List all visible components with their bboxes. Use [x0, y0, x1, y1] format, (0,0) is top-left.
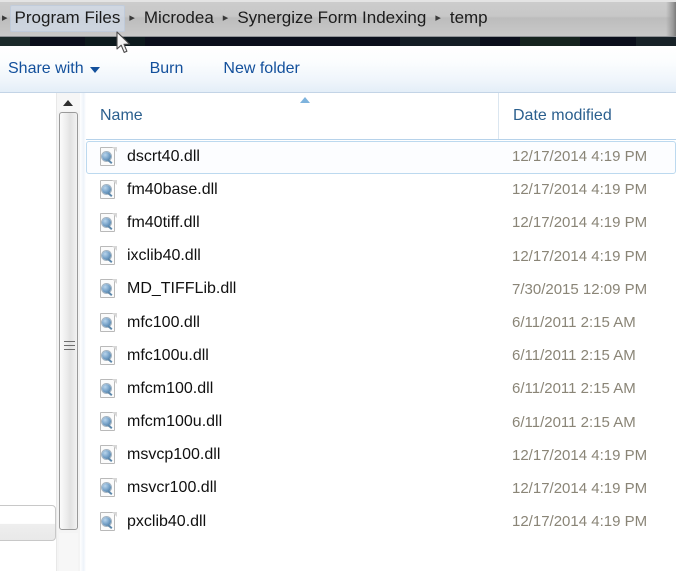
dll-file-icon [100, 146, 117, 167]
dll-file-icon [100, 478, 117, 498]
explorer-window: ▸ Program Files ▸ Microdea ▸ Synergize F… [0, 0, 676, 571]
window-dark-divider [0, 37, 676, 46]
file-name-label: mfc100u.dll [127, 346, 209, 364]
table-row[interactable]: dscrt40.dll 12/17/2014 4:19 PM [86, 140, 676, 175]
file-name-cell[interactable]: mfc100.dll [86, 312, 498, 333]
dll-file-icon [100, 279, 117, 299]
file-date-modified-cell: 12/17/2014 4:19 PM [512, 181, 648, 199]
breadcrumb-item-synergize-form-indexing[interactable]: Synergize Form Indexing [232, 5, 431, 32]
table-row[interactable]: mfc100.dll 6/11/2011 2:15 AM [86, 306, 676, 339]
dll-file-icon [100, 412, 117, 432]
column-header-date-modified[interactable]: Date modified [498, 93, 676, 139]
burn-label: Burn [149, 60, 184, 77]
file-name-cell[interactable]: fm40base.dll [86, 179, 498, 200]
file-name-cell[interactable]: msvcr100.dll [86, 478, 498, 498]
dll-file-icon [100, 246, 117, 266]
file-name-cell[interactable]: MD_TIFFLib.dll [86, 279, 498, 299]
dll-file-icon [100, 179, 117, 200]
command-toolbar: Share with Burn New folder [0, 46, 676, 93]
table-row[interactable]: MD_TIFFLib.dll 7/30/2015 12:09 PM [86, 273, 676, 306]
column-header-date-modified-label: Date modified [513, 107, 612, 124]
file-date-modified-cell: 12/17/2014 4:19 PM [512, 446, 648, 464]
column-header-name-label: Name [100, 107, 143, 124]
breadcrumb-separator-icon-2[interactable]: ▸ [219, 8, 233, 28]
dll-file-icon [100, 312, 117, 333]
breadcrumb-item-program-files[interactable]: Program Files [9, 4, 126, 32]
new-folder-label: New folder [223, 60, 300, 77]
file-name-cell[interactable]: ixclib40.dll [86, 246, 498, 266]
dll-file-icon [100, 345, 117, 366]
table-row[interactable]: mfcm100u.dll 6/11/2011 2:15 AM [86, 406, 676, 439]
table-row[interactable]: pxclib40.dll 12/17/2014 4:19 PM [86, 505, 676, 538]
breadcrumb-separator-icon-3[interactable]: ▸ [431, 8, 445, 28]
address-bar[interactable]: ▸ Program Files ▸ Microdea ▸ Synergize F… [0, 0, 676, 37]
file-date-modified-cell: 12/17/2014 4:19 PM [512, 247, 648, 265]
file-name-cell[interactable]: fm40tiff.dll [86, 212, 498, 233]
dll-file-icon [100, 212, 117, 233]
file-name-label: mfc100.dll [127, 313, 200, 331]
file-list-view: Name Date modified dscrt40.dll 12/17/2014… [86, 93, 676, 571]
file-name-label: fm40tiff.dll [127, 213, 200, 231]
file-date-modified-cell: 6/11/2011 2:15 AM [512, 347, 636, 365]
share-with-label: Share with [8, 60, 84, 77]
file-date-modified-cell: 12/17/2014 4:19 PM [512, 214, 648, 232]
scroll-up-arrow-icon[interactable] [57, 93, 80, 111]
file-date-modified-cell: 6/11/2011 2:15 AM [512, 380, 636, 398]
table-row[interactable]: msvcp100.dll 12/17/2014 4:19 PM [86, 439, 676, 472]
scrollbar-thumb[interactable] [59, 112, 78, 530]
navigation-pane-item[interactable] [0, 505, 56, 541]
file-name-label: dscrt40.dll [127, 147, 200, 165]
file-date-modified-cell: 6/11/2011 2:15 AM [512, 314, 636, 332]
file-date-modified-cell: 6/11/2011 2:15 AM [512, 413, 636, 431]
navigation-pane-scrollbar[interactable] [56, 93, 80, 571]
file-name-cell[interactable]: msvcp100.dll [86, 445, 498, 465]
table-row[interactable]: fm40tiff.dll 12/17/2014 4:19 PM [86, 206, 676, 239]
scrollbar-track[interactable] [59, 533, 78, 571]
column-header-row: Name Date modified [86, 93, 676, 140]
file-date-modified-cell: 12/17/2014 4:19 PM [512, 148, 648, 166]
explorer-content: Name Date modified dscrt40.dll 12/17/2014… [0, 93, 676, 571]
file-name-cell[interactable]: mfcm100u.dll [86, 412, 498, 432]
dll-file-icon [100, 511, 117, 532]
file-name-cell[interactable]: dscrt40.dll [86, 146, 498, 167]
breadcrumb-item-temp[interactable]: temp [445, 5, 493, 32]
dll-file-icon [100, 378, 117, 399]
file-date-modified-cell: 12/17/2014 4:19 PM [512, 479, 648, 497]
file-name-label: pxclib40.dll [127, 512, 207, 530]
file-name-cell[interactable]: mfcm100.dll [86, 378, 498, 399]
file-date-modified-cell: 12/17/2014 4:19 PM [512, 513, 648, 531]
scrollbar-grip-icon [64, 341, 75, 350]
breadcrumb-item-microdea[interactable]: Microdea [139, 5, 219, 32]
file-name-label: MD_TIFFLib.dll [127, 280, 237, 298]
file-name-label: msvcp100.dll [127, 446, 221, 464]
table-row[interactable]: fm40base.dll 12/17/2014 4:19 PM [86, 173, 676, 206]
file-name-cell[interactable]: mfc100u.dll [86, 345, 498, 366]
file-name-label: fm40base.dll [127, 180, 218, 198]
share-with-button[interactable]: Share with [2, 55, 106, 83]
file-rows: dscrt40.dll 12/17/2014 4:19 PM fm40base.dl… [86, 140, 676, 538]
table-row[interactable]: mfcm100.dll 6/11/2011 2:15 AM [86, 372, 676, 405]
file-name-label: mfcm100u.dll [127, 413, 223, 431]
chevron-down-icon [89, 67, 100, 73]
table-row[interactable]: mfc100u.dll 6/11/2011 2:15 AM [86, 339, 676, 372]
file-name-label: ixclib40.dll [127, 247, 201, 265]
file-name-cell[interactable]: pxclib40.dll [86, 511, 498, 532]
address-bar-right-edge [666, 2, 676, 36]
table-row[interactable]: ixclib40.dll 12/17/2014 4:19 PM [86, 240, 676, 273]
navigation-pane [0, 93, 56, 571]
file-name-label: msvcr100.dll [127, 479, 217, 497]
table-row[interactable]: msvcr100.dll 12/17/2014 4:19 PM [86, 472, 676, 505]
breadcrumb-leading-separator-icon: ▸ [2, 12, 8, 24]
burn-button[interactable]: Burn [144, 55, 190, 83]
breadcrumb-separator-icon-1[interactable]: ▸ [125, 8, 139, 28]
file-name-label: mfcm100.dll [127, 379, 214, 397]
new-folder-button[interactable]: New folder [217, 55, 305, 83]
dll-file-icon [100, 445, 117, 465]
file-date-modified-cell: 7/30/2015 12:09 PM [512, 280, 648, 298]
column-header-name[interactable]: Name [86, 93, 498, 139]
